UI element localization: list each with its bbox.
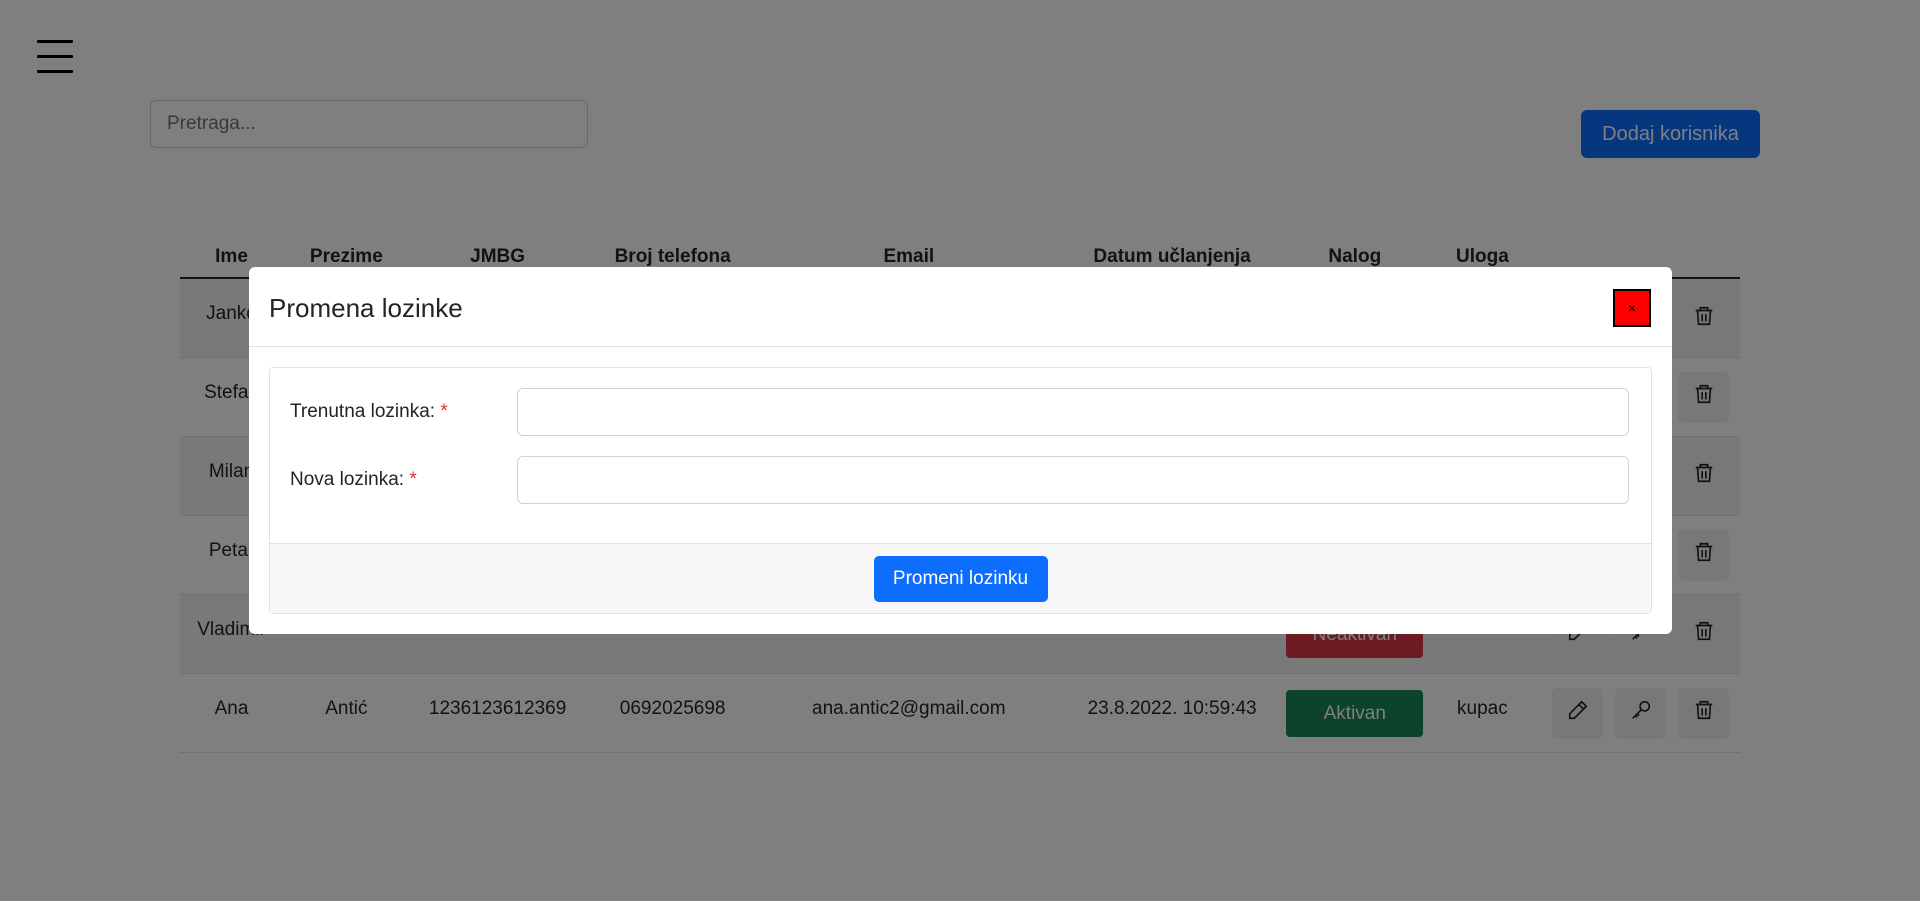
password-form: Trenutna lozinka: * Nova lozinka: * Prom…: [269, 367, 1652, 614]
change-password-modal: Promena lozinke × Trenutna lozinka: * No…: [249, 267, 1672, 634]
new-password-row: Nova lozinka: *: [290, 456, 1633, 504]
current-password-field[interactable]: [517, 388, 1629, 436]
change-password-button[interactable]: Promeni lozinku: [873, 555, 1048, 602]
modal-header: Promena lozinke ×: [249, 267, 1672, 347]
current-password-row: Trenutna lozinka: *: [290, 388, 1633, 436]
current-password-label: Trenutna lozinka: *: [290, 401, 448, 422]
new-password-field[interactable]: [517, 456, 1629, 504]
new-password-label: Nova lozinka: *: [290, 469, 417, 490]
close-button[interactable]: ×: [1613, 289, 1651, 327]
form-footer: Promeni lozinku: [270, 543, 1651, 613]
close-icon: ×: [1627, 300, 1637, 316]
modal-title: Promena lozinke: [269, 293, 463, 323]
required-mark: *: [409, 469, 417, 490]
required-mark: *: [440, 401, 448, 422]
